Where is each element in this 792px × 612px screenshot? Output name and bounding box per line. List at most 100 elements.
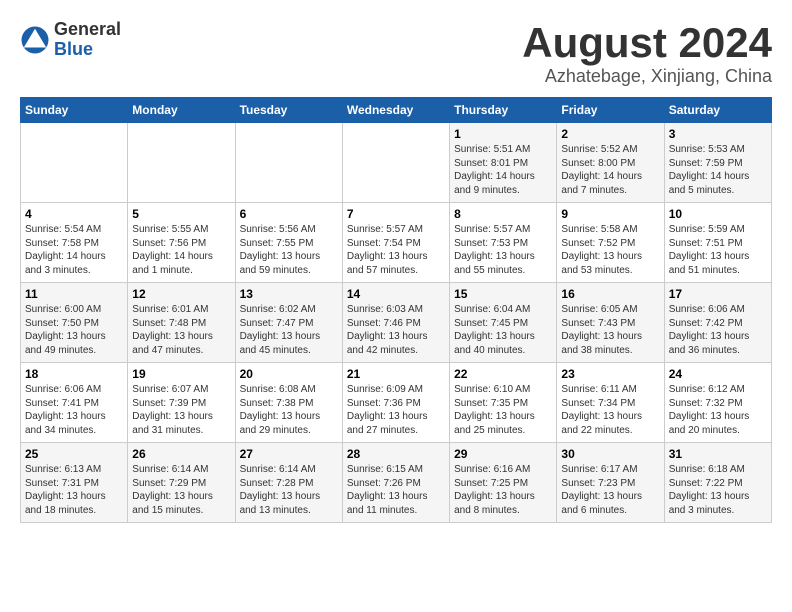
day-number: 19 <box>132 367 230 381</box>
calendar-cell: 27Sunrise: 6:14 AM Sunset: 7:28 PM Dayli… <box>235 443 342 523</box>
calendar-cell: 30Sunrise: 6:17 AM Sunset: 7:23 PM Dayli… <box>557 443 664 523</box>
page-header: General Blue August 2024 Azhatebage, Xin… <box>20 20 772 87</box>
calendar-cell: 14 Sunrise: 6:03 AM Sunset: 7:46 PM Dayli… <box>342 283 449 363</box>
day-info: Sunrise: 5:55 AM Sunset: 7:56 PM Dayligh… <box>132 223 230 277</box>
day-number: 24 <box>669 367 767 381</box>
day-number: 4 <box>25 207 123 221</box>
day-info: Sunrise: 5:54 AM Sunset: 7:58 PM Dayligh… <box>25 223 123 277</box>
day-number: 2 <box>561 127 659 141</box>
day-number: 21 <box>347 367 445 381</box>
calendar-week-row: 25 Sunrise: 6:13 AM Sunset: 7:31 PM Dayli… <box>21 443 772 523</box>
calendar-cell: 25 Sunrise: 6:13 AM Sunset: 7:31 PM Dayli… <box>21 443 128 523</box>
calendar-cell: 2 Sunrise: 5:52 AM Sunset: 8:00 PM Daylig… <box>557 123 664 203</box>
calendar-cell: 11Sunrise: 6:00 AM Sunset: 7:50 PM Dayli… <box>21 283 128 363</box>
day-number: 22 <box>454 367 552 381</box>
calendar-cell: 9Sunrise: 5:58 AM Sunset: 7:52 PM Daylig… <box>557 203 664 283</box>
day-info: Sunrise: 5:51 AM Sunset: 8:01 PM Dayligh… <box>454 143 552 197</box>
day-number: 11 <box>25 287 123 301</box>
day-number: 29 <box>454 447 552 461</box>
day-info: Sunrise: 6:12 AM Sunset: 7:32 PM Dayligh… <box>669 383 767 437</box>
calendar-week-row: 11Sunrise: 6:00 AM Sunset: 7:50 PM Dayli… <box>21 283 772 363</box>
day-number: 14 <box>347 287 445 301</box>
day-info: Sunrise: 6:06 AM Sunset: 7:42 PM Dayligh… <box>669 303 767 357</box>
logo-text: General Blue <box>54 20 121 60</box>
calendar-cell: 18 Sunrise: 6:06 AM Sunset: 7:41 PM Dayli… <box>21 363 128 443</box>
calendar-cell: 7 Sunrise: 5:57 AM Sunset: 7:54 PM Daylig… <box>342 203 449 283</box>
logo-blue: Blue <box>54 40 121 60</box>
month-year-title: August 2024 <box>522 20 772 66</box>
day-info: Sunrise: 6:10 AM Sunset: 7:35 PM Dayligh… <box>454 383 552 437</box>
logo-general: General <box>54 20 121 40</box>
day-info: Sunrise: 6:13 AM Sunset: 7:31 PM Dayligh… <box>25 463 123 517</box>
day-info: Sunrise: 5:52 AM Sunset: 8:00 PM Dayligh… <box>561 143 659 197</box>
calendar-cell: 15 Sunrise: 6:04 AM Sunset: 7:45 PM Dayli… <box>450 283 557 363</box>
weekday-header: Monday <box>128 98 235 123</box>
day-info: Sunrise: 5:59 AM Sunset: 7:51 PM Dayligh… <box>669 223 767 277</box>
day-number: 28 <box>347 447 445 461</box>
calendar-cell: 12 Sunrise: 6:01 AM Sunset: 7:48 PM Dayli… <box>128 283 235 363</box>
day-info: Sunrise: 6:02 AM Sunset: 7:47 PM Dayligh… <box>240 303 338 357</box>
day-info: Sunrise: 6:08 AM Sunset: 7:38 PM Dayligh… <box>240 383 338 437</box>
calendar-cell: 3Sunrise: 5:53 AM Sunset: 7:59 PM Daylig… <box>664 123 771 203</box>
day-number: 20 <box>240 367 338 381</box>
day-number: 7 <box>347 207 445 221</box>
day-number: 1 <box>454 127 552 141</box>
day-number: 25 <box>25 447 123 461</box>
calendar-cell: 22 Sunrise: 6:10 AM Sunset: 7:35 PM Dayli… <box>450 363 557 443</box>
calendar-cell: 8 Sunrise: 5:57 AM Sunset: 7:53 PM Daylig… <box>450 203 557 283</box>
calendar-cell <box>235 123 342 203</box>
day-info: Sunrise: 6:01 AM Sunset: 7:48 PM Dayligh… <box>132 303 230 357</box>
logo-icon <box>20 25 50 55</box>
day-number: 12 <box>132 287 230 301</box>
day-info: Sunrise: 6:14 AM Sunset: 7:29 PM Dayligh… <box>132 463 230 517</box>
calendar-cell: 17 Sunrise: 6:06 AM Sunset: 7:42 PM Dayli… <box>664 283 771 363</box>
calendar-cell: 21Sunrise: 6:09 AM Sunset: 7:36 PM Dayli… <box>342 363 449 443</box>
calendar-cell: 13 Sunrise: 6:02 AM Sunset: 7:47 PM Dayli… <box>235 283 342 363</box>
weekday-header: Saturday <box>664 98 771 123</box>
calendar-cell: 5 Sunrise: 5:55 AM Sunset: 7:56 PM Daylig… <box>128 203 235 283</box>
day-info: Sunrise: 6:04 AM Sunset: 7:45 PM Dayligh… <box>454 303 552 357</box>
day-number: 17 <box>669 287 767 301</box>
calendar-cell: 10 Sunrise: 5:59 AM Sunset: 7:51 PM Dayli… <box>664 203 771 283</box>
day-number: 15 <box>454 287 552 301</box>
calendar-cell: 29Sunrise: 6:16 AM Sunset: 7:25 PM Dayli… <box>450 443 557 523</box>
day-number: 26 <box>132 447 230 461</box>
day-number: 30 <box>561 447 659 461</box>
day-info: Sunrise: 5:56 AM Sunset: 7:55 PM Dayligh… <box>240 223 338 277</box>
calendar-cell: 26 Sunrise: 6:14 AM Sunset: 7:29 PM Dayli… <box>128 443 235 523</box>
day-number: 10 <box>669 207 767 221</box>
calendar-cell <box>342 123 449 203</box>
calendar-cell: 31Sunrise: 6:18 AM Sunset: 7:22 PM Dayli… <box>664 443 771 523</box>
calendar-cell: 24 Sunrise: 6:12 AM Sunset: 7:32 PM Dayli… <box>664 363 771 443</box>
calendar-cell: 28 Sunrise: 6:15 AM Sunset: 7:26 PM Dayli… <box>342 443 449 523</box>
day-number: 18 <box>25 367 123 381</box>
day-number: 5 <box>132 207 230 221</box>
calendar-cell: 1 Sunrise: 5:51 AM Sunset: 8:01 PM Daylig… <box>450 123 557 203</box>
day-info: Sunrise: 6:05 AM Sunset: 7:43 PM Dayligh… <box>561 303 659 357</box>
calendar-cell: 6Sunrise: 5:56 AM Sunset: 7:55 PM Daylig… <box>235 203 342 283</box>
weekday-header: Friday <box>557 98 664 123</box>
day-info: Sunrise: 6:15 AM Sunset: 7:26 PM Dayligh… <box>347 463 445 517</box>
day-number: 31 <box>669 447 767 461</box>
day-info: Sunrise: 6:07 AM Sunset: 7:39 PM Dayligh… <box>132 383 230 437</box>
calendar-cell: 23Sunrise: 6:11 AM Sunset: 7:34 PM Dayli… <box>557 363 664 443</box>
location-subtitle: Azhatebage, Xinjiang, China <box>522 66 772 87</box>
day-info: Sunrise: 5:57 AM Sunset: 7:54 PM Dayligh… <box>347 223 445 277</box>
calendar-table: SundayMondayTuesdayWednesdayThursdayFrid… <box>20 97 772 523</box>
calendar-cell: 19 Sunrise: 6:07 AM Sunset: 7:39 PM Dayli… <box>128 363 235 443</box>
day-info: Sunrise: 5:57 AM Sunset: 7:53 PM Dayligh… <box>454 223 552 277</box>
day-info: Sunrise: 6:03 AM Sunset: 7:46 PM Dayligh… <box>347 303 445 357</box>
calendar-cell: 4 Sunrise: 5:54 AM Sunset: 7:58 PM Daylig… <box>21 203 128 283</box>
weekday-header: Thursday <box>450 98 557 123</box>
day-number: 23 <box>561 367 659 381</box>
calendar-cell: 16Sunrise: 6:05 AM Sunset: 7:43 PM Dayli… <box>557 283 664 363</box>
logo: General Blue <box>20 20 121 60</box>
calendar-cell <box>21 123 128 203</box>
weekday-header: Sunday <box>21 98 128 123</box>
day-number: 8 <box>454 207 552 221</box>
calendar-cell <box>128 123 235 203</box>
weekday-header: Wednesday <box>342 98 449 123</box>
day-number: 3 <box>669 127 767 141</box>
day-info: Sunrise: 6:06 AM Sunset: 7:41 PM Dayligh… <box>25 383 123 437</box>
day-number: 13 <box>240 287 338 301</box>
